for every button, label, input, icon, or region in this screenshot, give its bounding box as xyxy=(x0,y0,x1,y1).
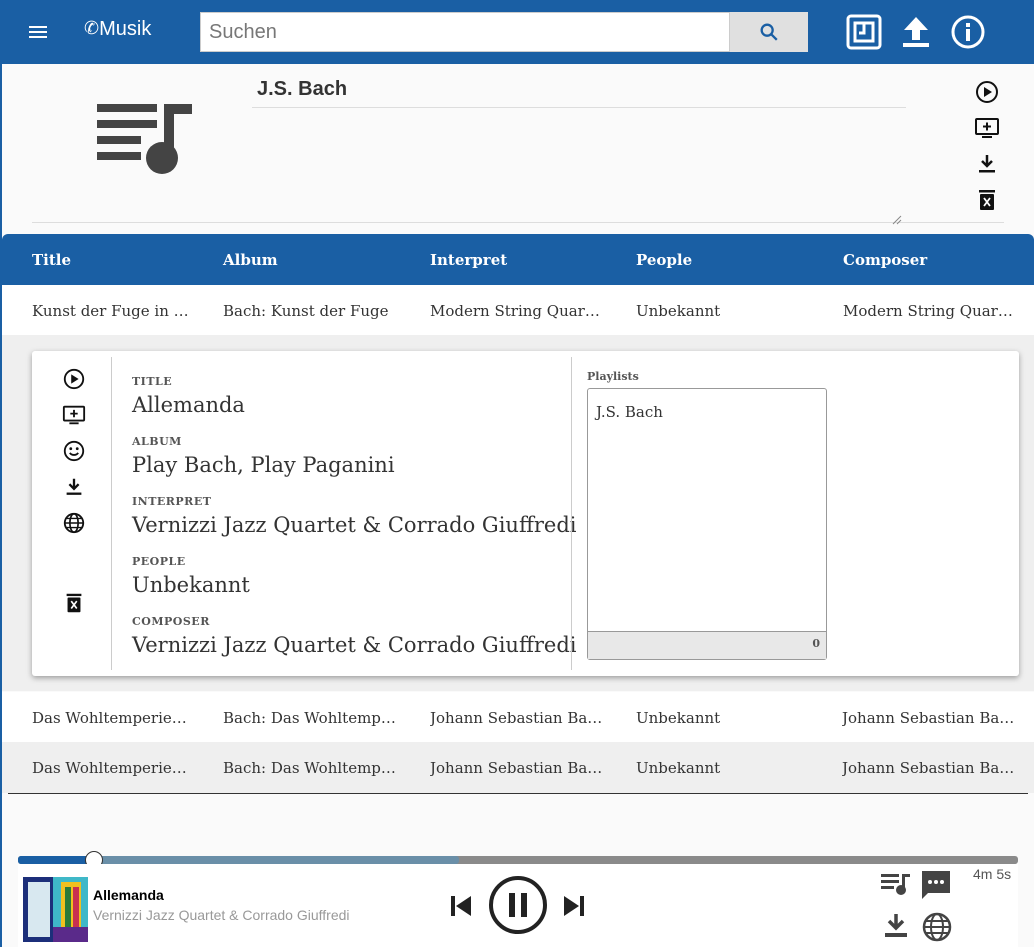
cell-interpret: Modern String Quar… xyxy=(430,302,600,320)
download-icon[interactable] xyxy=(62,475,86,499)
column-composer[interactable]: Composer xyxy=(843,251,927,269)
logo-text: Musik xyxy=(99,18,152,40)
upload-icon[interactable] xyxy=(898,14,934,50)
column-people[interactable]: People xyxy=(636,251,692,269)
divider xyxy=(571,357,572,670)
logo-icon: ✆ xyxy=(84,18,100,38)
playlist-description-field[interactable] xyxy=(32,222,1004,223)
search-button[interactable] xyxy=(730,12,808,52)
queue-music-icon[interactable] xyxy=(881,871,911,901)
app-logo[interactable]: ✆Musik xyxy=(84,18,151,41)
play-circle-icon[interactable] xyxy=(974,79,1000,105)
skip-previous-icon[interactable] xyxy=(448,893,474,923)
table-bottom-border xyxy=(8,793,1028,794)
playlist-music-icon xyxy=(97,102,197,180)
cell-composer: Modern String Quar… xyxy=(843,302,1013,320)
cell-album: Bach: Das Wohltemp… xyxy=(223,759,396,777)
cell-interpret: Johann Sebastian Ba… xyxy=(430,709,603,727)
track-detail-card: TITLE Allemanda ALBUM Play Bach, Play Pa… xyxy=(32,351,1019,676)
album-cover[interactable] xyxy=(23,877,88,942)
playlists-label: Playlists xyxy=(587,370,639,383)
info-icon[interactable] xyxy=(950,14,986,50)
field-label-people: PEOPLE xyxy=(132,555,186,568)
playlist-name-input[interactable]: J.S. Bach xyxy=(252,78,906,108)
resize-grip-icon[interactable] xyxy=(892,210,902,225)
playlist-option[interactable]: J.S. Bach xyxy=(596,403,663,421)
table-header: Title Album Interpret People Composer xyxy=(2,234,1034,285)
progress-played xyxy=(18,856,94,864)
pause-icon[interactable] xyxy=(488,875,548,939)
playlists-footer: 0 xyxy=(588,631,826,659)
skip-next-icon[interactable] xyxy=(561,893,587,923)
cell-title: Kunst der Fuge in … xyxy=(32,302,189,320)
menu-icon[interactable] xyxy=(26,20,50,44)
playlist-header: J.S. Bach xyxy=(2,64,1034,234)
divider xyxy=(111,357,112,670)
field-label-album: ALBUM xyxy=(132,435,182,448)
lyrics-comment-icon[interactable] xyxy=(920,869,952,905)
cell-composer: Johann Sebastian Ba… xyxy=(842,709,1015,727)
cell-composer: Johann Sebastian Ba… xyxy=(842,759,1015,777)
globe-icon[interactable] xyxy=(62,511,86,535)
player-bar: Allemanda Vernizzi Jazz Quartet & Corrad… xyxy=(18,864,1018,947)
playlists-listbox[interactable]: J.S. Bach 0 xyxy=(587,388,827,660)
cell-title: Das Wohltemperie… xyxy=(32,709,187,727)
progress-bar[interactable] xyxy=(18,851,1018,869)
emoji-icon[interactable] xyxy=(62,439,86,463)
cell-title: Das Wohltemperie… xyxy=(32,759,187,777)
search-input[interactable] xyxy=(200,12,730,52)
field-value-people: Unbekannt xyxy=(132,573,250,597)
field-label-title: TITLE xyxy=(132,375,173,388)
top-app-bar: ✆Musik xyxy=(0,0,1034,64)
cell-people: Unbekannt xyxy=(636,759,721,777)
field-value-composer: Vernizzi Jazz Quartet & Corrado Giuffred… xyxy=(132,633,577,657)
cell-people: Unbekannt xyxy=(636,302,721,320)
field-label-composer: COMPOSER xyxy=(132,615,210,628)
now-playing-artist: Vernizzi Jazz Quartet & Corrado Giuffred… xyxy=(93,907,350,923)
track-duration: 4m 5s xyxy=(973,866,1012,882)
field-value-album: Play Bach, Play Paganini xyxy=(132,453,395,477)
column-interpret[interactable]: Interpret xyxy=(430,251,507,269)
column-title[interactable]: Title xyxy=(32,251,71,269)
delete-icon[interactable] xyxy=(974,187,1000,213)
now-playing-title: Allemanda xyxy=(93,887,164,903)
delete-icon[interactable] xyxy=(62,591,86,615)
cell-album: Bach: Kunst der Fuge xyxy=(223,302,389,320)
add-to-queue-icon[interactable] xyxy=(62,403,86,427)
globe-icon[interactable] xyxy=(921,911,953,947)
playlists-count: 0 xyxy=(812,637,820,650)
field-label-interpret: INTERPRET xyxy=(132,495,212,508)
download-icon[interactable] xyxy=(882,912,910,944)
table-row[interactable]: Das Wohltemperie… Bach: Das Wohltemp… Jo… xyxy=(2,742,1034,793)
qr-code-icon[interactable] xyxy=(846,14,882,50)
add-to-queue-icon[interactable] xyxy=(974,115,1000,141)
field-value-interpret: Vernizzi Jazz Quartet & Corrado Giuffred… xyxy=(132,513,577,537)
search-icon xyxy=(760,23,778,41)
column-album[interactable]: Album xyxy=(223,251,278,269)
cell-interpret: Johann Sebastian Ba… xyxy=(430,759,603,777)
cell-people: Unbekannt xyxy=(636,709,721,727)
cell-album: Bach: Das Wohltemp… xyxy=(223,709,396,727)
table-row[interactable]: Das Wohltemperie… Bach: Das Wohltemp… Jo… xyxy=(2,692,1034,743)
field-value-title: Allemanda xyxy=(132,393,245,417)
download-icon[interactable] xyxy=(974,151,1000,177)
table-row[interactable]: Kunst der Fuge in … Bach: Kunst der Fuge… xyxy=(2,285,1034,336)
play-circle-icon[interactable] xyxy=(62,367,86,391)
